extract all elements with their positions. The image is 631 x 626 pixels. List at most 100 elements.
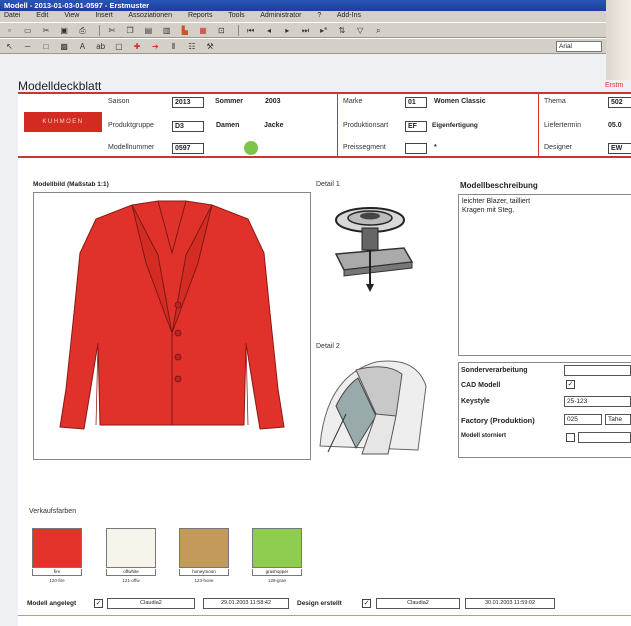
modellnummer-field[interactable]: 0597 (172, 143, 204, 154)
menu-addins[interactable]: Add-Ins (337, 12, 361, 19)
tools-icon[interactable]: ⚒ (205, 41, 216, 52)
produktgruppe-label: Produktgruppe (108, 122, 154, 129)
sonderverarbeitung-field[interactable] (564, 365, 631, 376)
properties-icon[interactable]: ☷ (186, 41, 197, 52)
modellnummer-label: Modellnummer (108, 144, 155, 151)
menu-tools[interactable]: Tools (228, 12, 244, 19)
factory-name-field[interactable]: Tahe (605, 414, 631, 425)
color-code: 128-grae (267, 578, 286, 583)
footer-rule (18, 615, 631, 616)
preissegment-field[interactable] (405, 143, 427, 154)
design-date-field[interactable]: 30.01.2003 11:59:02 (465, 598, 555, 609)
chart-icon[interactable]: ▙ (179, 25, 190, 36)
angelegt-user-field[interactable]: Claudia2 (107, 598, 195, 609)
color-swatch[interactable] (179, 528, 229, 568)
designer-field[interactable]: EW (608, 143, 631, 154)
save-icon[interactable]: ▣ (59, 25, 70, 36)
designer-label: Designer (544, 144, 573, 151)
produktgruppe-field[interactable]: D3 (172, 121, 204, 132)
color-name: offwhite (106, 569, 156, 576)
rectangle-icon[interactable]: □ (40, 41, 51, 52)
storniert-checkbox[interactable] (566, 433, 575, 442)
zoom-icon[interactable]: ⊡ (216, 25, 227, 36)
beschreibung-textarea[interactable]: leichter Blazer, tailliert Kragen mit St… (458, 194, 631, 356)
print-icon[interactable]: ⎙ (77, 25, 88, 36)
new-icon[interactable]: ▫ (4, 25, 15, 36)
box-icon[interactable]: ▢ (113, 41, 124, 52)
toolbar-separator (99, 25, 101, 36)
cad-checkbox[interactable]: ✓ (566, 380, 575, 389)
menu-help[interactable]: ? (317, 12, 321, 19)
menu-edit[interactable]: Edit (36, 12, 48, 19)
field-icon[interactable]: ab (95, 41, 106, 52)
open-icon[interactable]: ▭ (22, 25, 33, 36)
menu-assoziationen[interactable]: Assoziationen (128, 12, 172, 19)
menu-administrator[interactable]: Administrator (260, 12, 301, 19)
text-icon[interactable]: A (77, 41, 88, 52)
color-swatch[interactable] (32, 528, 82, 568)
cut-icon[interactable]: ✂ (40, 25, 51, 36)
last-record-icon[interactable]: ⏭ (300, 25, 311, 36)
jacket-image (59, 200, 285, 430)
menu-reports[interactable]: Reports (188, 12, 213, 19)
angelegt-label: Modell angelegt (27, 600, 77, 607)
scissors-icon[interactable]: ✄ (106, 25, 117, 36)
marke-label: Marke (343, 98, 363, 105)
saison-name: Sommer (215, 98, 244, 105)
prev-record-icon[interactable]: ◂ (264, 25, 275, 36)
detail1-label: Detail 1 (316, 181, 340, 188)
line-icon[interactable]: ─ (22, 41, 33, 52)
window-title-bar: Modell - 2013-01-03-01-0597 - Erstmuster (0, 0, 610, 11)
format-icon[interactable]: ▥ (161, 25, 172, 36)
color-name: honeymoon (179, 569, 229, 576)
storniert-label: Modell storniert (461, 433, 507, 439)
menu-datei[interactable]: Datei (4, 12, 20, 19)
sonderverarbeitung-label: Sonderverarbeitung (461, 367, 528, 374)
menu-view[interactable]: View (64, 12, 79, 19)
modellbild-label: Modellbild (Maßstab 1:1) (33, 181, 109, 188)
pointer-icon[interactable]: ↖ (4, 41, 15, 52)
storniert-field[interactable] (578, 432, 631, 443)
image-icon[interactable]: ▩ (59, 41, 70, 52)
window-title: Modell - 2013-01-03-01-0597 - Erstmuster (4, 1, 150, 10)
marke-name: Women Classic (434, 98, 486, 105)
saison-field[interactable]: 2013 (172, 97, 204, 108)
new-record-icon[interactable]: ▸* (318, 25, 329, 36)
beschreibung-label: Modellbeschreibung (460, 181, 538, 190)
copy-icon[interactable]: ❐ (125, 25, 136, 36)
arrow-icon[interactable]: ➔ (150, 41, 161, 52)
produktionsart-field[interactable]: EF (405, 121, 427, 132)
produktgruppe-name: Damen (216, 122, 240, 129)
filter-icon[interactable]: ▽ (355, 25, 366, 36)
align-icon[interactable]: ⫴ (168, 41, 179, 52)
standard-toolbar: ▫ ▭ ✂ ▣ ⎙ ✄ ❐ ▤ ▥ ▙ ▦ ⊡ ⏮ ◂ ▸ ⏭ ▸* ⇅ ▽ ⌕ (0, 22, 610, 38)
brand-logo: KUHMOEN (24, 112, 102, 132)
saison-label: Saison (108, 98, 130, 105)
find-icon[interactable]: ⌕ (373, 25, 384, 36)
paste-icon[interactable]: ▤ (143, 25, 154, 36)
color-swatch[interactable] (106, 528, 156, 568)
angelegt-checkbox[interactable]: ✓ (94, 599, 103, 608)
font-select[interactable]: Arial (556, 41, 602, 52)
model-image-frame[interactable] (33, 192, 311, 460)
angelegt-date-field[interactable]: 29.01.2003 11:58:42 (203, 598, 289, 609)
sort-icon[interactable]: ⇅ (336, 25, 347, 36)
grid-icon[interactable]: ▦ (198, 25, 209, 36)
factory-code-field[interactable]: 025 (564, 414, 602, 425)
keystyle-field[interactable]: 25-123 (564, 396, 631, 407)
color-swatch[interactable] (252, 528, 302, 568)
keystyle-label: Keystyle (461, 398, 490, 405)
liefertermin-label: Liefertermin (544, 122, 581, 129)
move-icon[interactable]: ✚ (132, 41, 143, 52)
detail1-image-frame[interactable] (316, 192, 450, 330)
next-record-icon[interactable]: ▸ (282, 25, 293, 36)
menu-insert[interactable]: Insert (95, 12, 113, 19)
background-glow (606, 0, 631, 80)
detail2-image-frame[interactable] (316, 356, 450, 456)
design-user-field[interactable]: Claudia2 (376, 598, 460, 609)
design-checkbox[interactable]: ✓ (362, 599, 371, 608)
thema-field[interactable]: 502 (608, 97, 631, 108)
marke-field[interactable]: 01 (405, 97, 427, 108)
first-record-icon[interactable]: ⏮ (245, 25, 256, 36)
color-code: 120-fire (49, 578, 65, 583)
